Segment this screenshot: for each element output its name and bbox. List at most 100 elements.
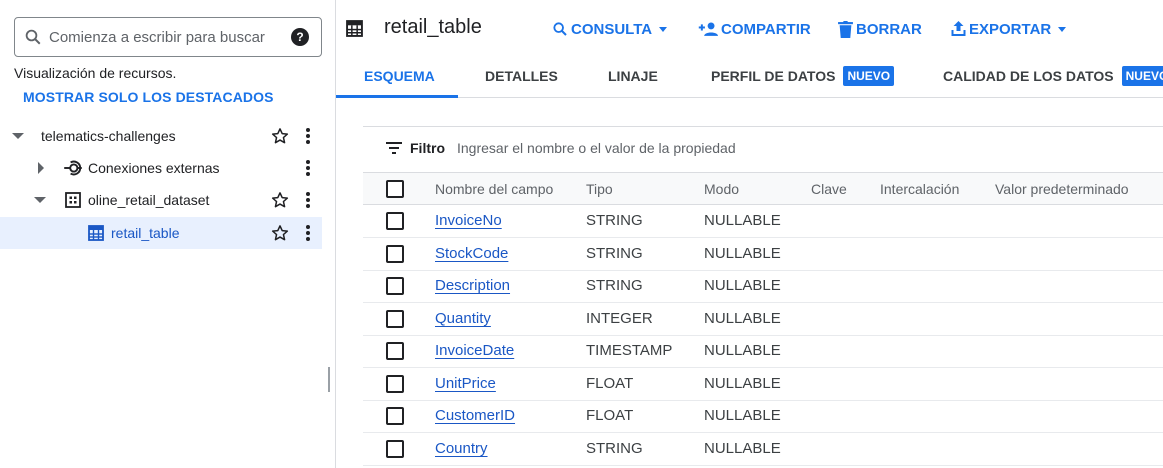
show-starred-button[interactable]: MOSTRAR SOLO LOS DESTACADOS [23, 89, 274, 105]
search-input[interactable]: Comienza a escribir para buscar ? [14, 17, 322, 57]
row-checkbox[interactable] [386, 407, 404, 425]
field-mode: NULLABLE [704, 440, 781, 457]
tab-details[interactable]: DETALLES [485, 68, 558, 84]
table-row: Quantity INTEGER NULLABLE [363, 303, 1163, 336]
export-button[interactable]: EXPORTAR [951, 20, 1067, 38]
tab-label: PERFIL DE DATOS [711, 68, 836, 84]
field-name-link[interactable]: Country [435, 440, 488, 457]
help-icon[interactable]: ? [291, 28, 309, 46]
filter-input[interactable]: Ingresar el nombre o el valor de la prop… [457, 140, 736, 156]
column-header[interactable]: Nombre del campo [435, 181, 553, 197]
expand-caret-icon[interactable] [12, 133, 24, 139]
tree-item-table[interactable]: retail_table [0, 217, 322, 249]
field-mode: NULLABLE [704, 407, 781, 424]
resources-text: Visualización de recursos. [14, 65, 177, 81]
panel-resize-handle[interactable] [328, 367, 330, 392]
row-checkbox[interactable] [386, 245, 404, 263]
dataset-icon [65, 192, 81, 208]
field-name-link[interactable]: Quantity [435, 310, 491, 327]
tree-item-label: oline_retail_dataset [88, 192, 210, 208]
filter-label: Filtro [410, 140, 445, 156]
column-header[interactable]: Modo [704, 181, 739, 197]
more-options-icon[interactable] [304, 191, 312, 209]
more-options-icon[interactable] [304, 159, 312, 177]
table-icon [346, 20, 363, 37]
table-row: StockCode STRING NULLABLE [363, 238, 1163, 271]
field-mode: NULLABLE [704, 375, 781, 392]
field-mode: NULLABLE [704, 342, 781, 359]
tab-bar: ESQUEMA DETALLES LINAJE PERFIL DE DATOS N… [336, 56, 1163, 98]
export-button-label: EXPORTAR [969, 20, 1052, 38]
star-icon[interactable] [271, 224, 289, 242]
tab-label: CALIDAD DE LOS DATOS [943, 68, 1114, 84]
field-mode: NULLABLE [704, 310, 781, 327]
share-button[interactable]: COMPARTIR [698, 20, 811, 38]
table-row: Country STRING NULLABLE [363, 433, 1163, 466]
delete-button[interactable]: BORRAR [838, 20, 922, 38]
tab-data-quality[interactable]: CALIDAD DE LOS DATOS NUEVO [943, 66, 1163, 86]
search-icon [553, 22, 567, 36]
field-name-link[interactable]: Description [435, 277, 510, 294]
table-row: CustomerID FLOAT NULLABLE [363, 400, 1163, 433]
query-button[interactable]: CONSULTA [552, 20, 668, 38]
tab-data-profile[interactable]: PERFIL DE DATOS NUEVO [711, 66, 895, 86]
tree-item-label: telematics-challenges [41, 128, 176, 144]
column-header[interactable]: Clave [811, 181, 847, 197]
new-badge: NUEVO [843, 66, 895, 86]
column-header[interactable]: Intercalación [880, 181, 959, 197]
search-icon [25, 29, 41, 45]
person-add-icon [698, 22, 718, 36]
table-header: Nombre del campo Tipo Modo Clave Interca… [363, 172, 1163, 205]
field-name-link[interactable]: StockCode [435, 245, 508, 262]
row-checkbox[interactable] [386, 375, 404, 393]
field-type: STRING [586, 245, 643, 262]
field-type: STRING [586, 277, 643, 294]
tree-item-dataset[interactable]: oline_retail_dataset [0, 184, 322, 216]
divider [363, 126, 1163, 127]
field-mode: NULLABLE [704, 245, 781, 262]
tree-item-label: retail_table [111, 225, 180, 241]
field-type: TIMESTAMP [586, 342, 673, 359]
row-checkbox[interactable] [386, 342, 404, 360]
tab-schema[interactable]: ESQUEMA [364, 68, 435, 84]
dropdown-caret-icon [659, 26, 668, 32]
delete-button-label: BORRAR [856, 20, 922, 38]
table-row: UnitPrice FLOAT NULLABLE [363, 368, 1163, 401]
filter-icon [386, 142, 402, 154]
star-icon[interactable] [271, 127, 289, 145]
trash-icon [838, 20, 853, 38]
tab-label: LINAJE [608, 68, 658, 84]
expand-caret-icon[interactable] [34, 197, 46, 203]
field-type: INTEGER [586, 310, 653, 327]
row-checkbox[interactable] [386, 310, 404, 328]
more-options-icon[interactable] [304, 127, 312, 145]
row-checkbox[interactable] [386, 440, 404, 458]
table-row: InvoiceNo STRING NULLABLE [363, 205, 1163, 238]
tree-item-project[interactable]: telematics-challenges [0, 120, 322, 152]
table-row: Description STRING NULLABLE [363, 270, 1163, 303]
new-badge: NUEVO [1121, 66, 1163, 86]
row-checkbox[interactable] [386, 212, 404, 230]
query-button-label: CONSULTA [571, 20, 653, 38]
field-name-link[interactable]: InvoiceNo [435, 212, 502, 229]
tab-label: DETALLES [485, 68, 558, 84]
expand-caret-icon[interactable] [38, 162, 44, 174]
field-name-link[interactable]: InvoiceDate [435, 342, 514, 359]
field-mode: NULLABLE [704, 277, 781, 294]
upload-icon [951, 21, 966, 36]
select-all-checkbox[interactable] [386, 180, 404, 198]
star-icon[interactable] [271, 191, 289, 209]
more-options-icon[interactable] [304, 224, 312, 242]
field-name-link[interactable]: UnitPrice [435, 375, 496, 392]
table-icon [88, 225, 104, 241]
tab-lineage[interactable]: LINAJE [608, 68, 658, 84]
row-checkbox[interactable] [386, 277, 404, 295]
field-type: STRING [586, 212, 643, 229]
field-type: STRING [586, 440, 643, 457]
field-name-link[interactable]: CustomerID [435, 407, 515, 424]
tree-item-external-connections[interactable]: Conexiones externas [0, 152, 322, 184]
column-header[interactable]: Valor predeterminado [995, 181, 1129, 197]
external-connection-icon [64, 160, 82, 176]
tab-label: ESQUEMA [364, 68, 435, 84]
column-header[interactable]: Tipo [586, 181, 613, 197]
